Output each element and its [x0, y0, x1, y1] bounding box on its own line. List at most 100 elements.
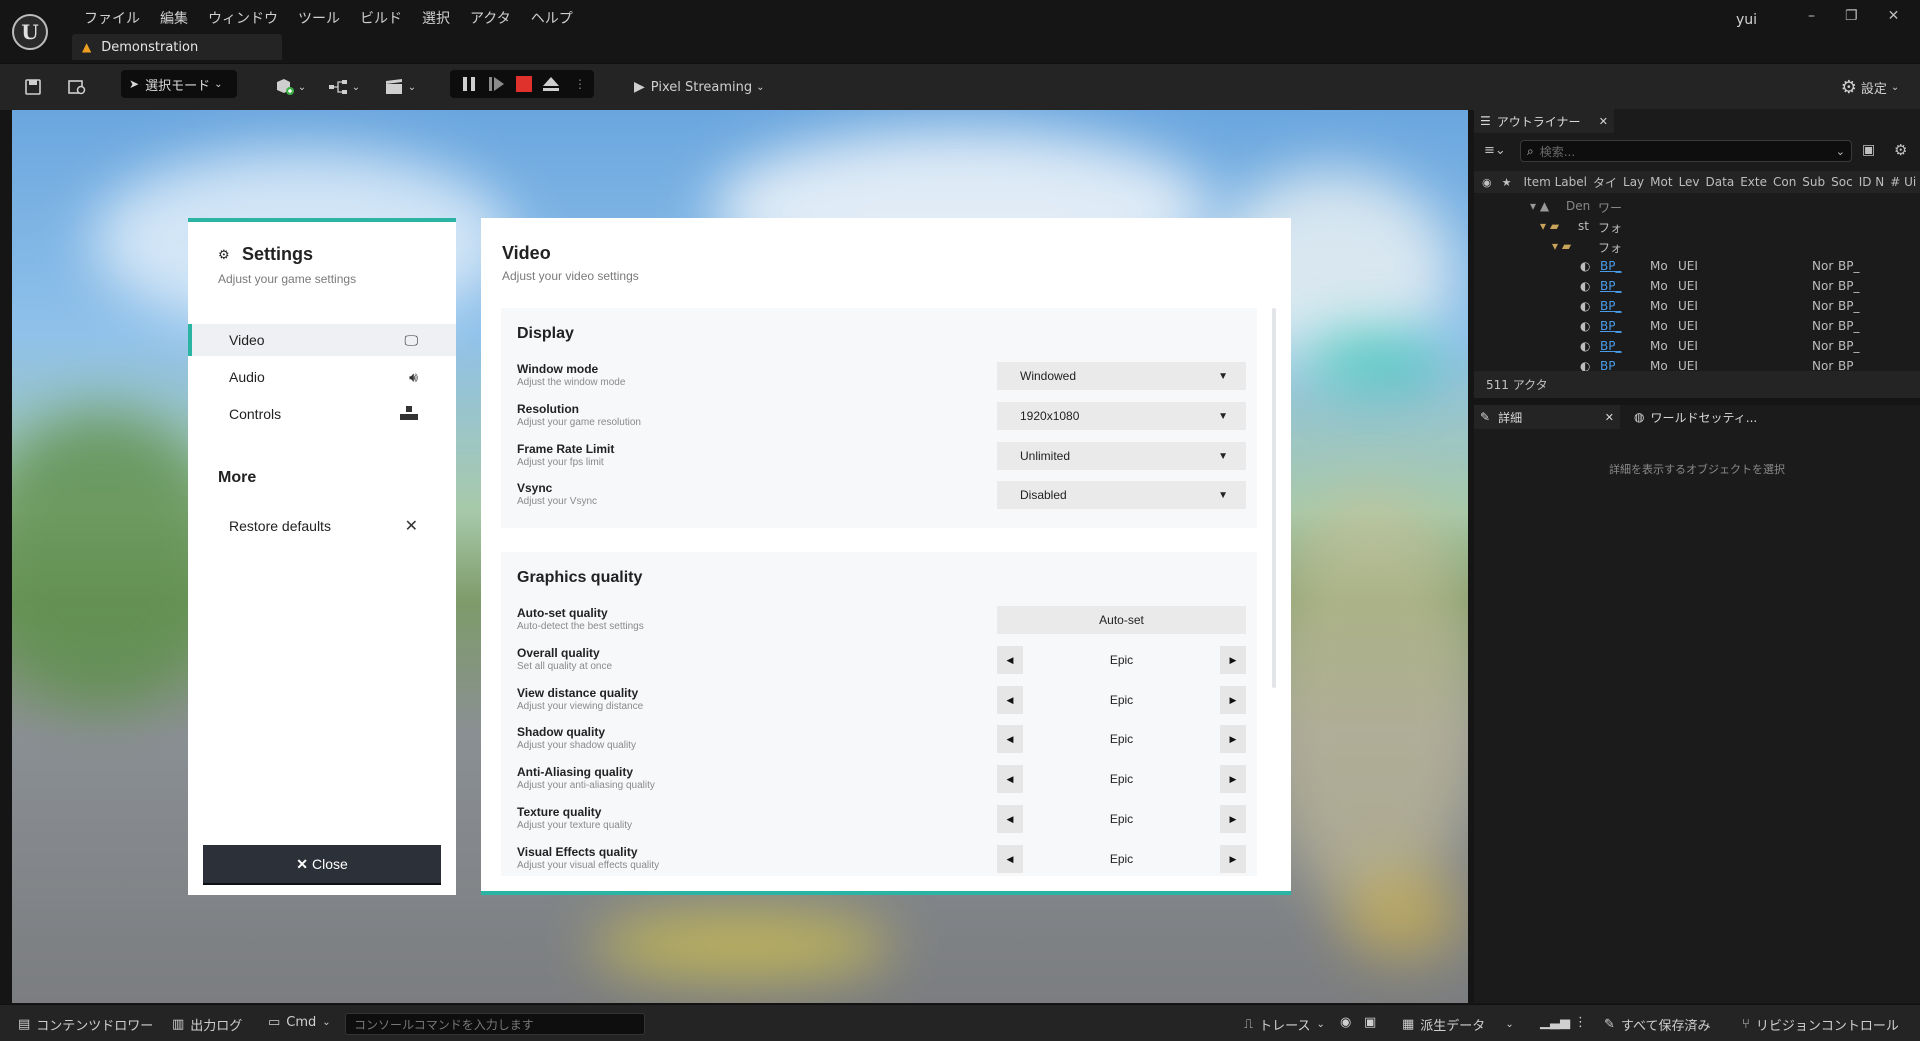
output-log-button[interactable]: ▥ 出力ログ: [172, 1015, 242, 1034]
nav-item-audio[interactable]: Audio 🔊︎: [188, 361, 456, 393]
save-all-button[interactable]: ✎ すべて保存済み: [1604, 1015, 1710, 1034]
scrollbar[interactable]: [1272, 308, 1276, 688]
table-row[interactable]: ◐ BP_ Mo UEI Nor BP_: [1474, 279, 1920, 299]
revision-control-button[interactable]: ⑂ リビジョンコントロール: [1742, 1015, 1899, 1034]
close-window-button[interactable]: ✕: [1888, 8, 1900, 24]
add-folder-icon[interactable]: ▣: [1862, 142, 1875, 158]
frame-rate-dropdown[interactable]: Unlimited ▼: [997, 442, 1246, 470]
minimize-button[interactable]: –: [1808, 8, 1815, 24]
pause-icon[interactable]: [460, 76, 478, 92]
save-icon[interactable]: [20, 73, 46, 101]
arrow-right-icon[interactable]: ▶: [1220, 686, 1246, 714]
arrow-right-icon[interactable]: ▶: [1220, 765, 1246, 793]
graphics-card: Graphics quality Auto-set quality Auto-d…: [501, 552, 1257, 876]
unreal-logo-icon[interactable]: U: [12, 14, 48, 50]
level-tab[interactable]: ▲ Demonstration: [72, 34, 282, 60]
screenshot-icon[interactable]: ▣: [1364, 1015, 1376, 1030]
restore-defaults-button[interactable]: Restore defaults ✕: [188, 510, 456, 542]
table-row[interactable]: ◐ BP_ Mo UEI Nor BP_: [1474, 259, 1920, 279]
menu-build[interactable]: ビルド: [350, 9, 412, 29]
arrow-right-icon[interactable]: ▶: [1220, 845, 1246, 873]
nav-item-controls[interactable]: Controls: [188, 398, 456, 430]
outliner-tab[interactable]: ☰ アウトライナー ✕: [1474, 109, 1614, 133]
add-actor-icon[interactable]: ⌄: [270, 73, 310, 101]
close-button[interactable]: ✕ Close: [203, 845, 441, 885]
column-header[interactable]: Soc: [1831, 175, 1853, 189]
actor-label[interactable]: BP_: [1600, 299, 1621, 313]
nav-item-video[interactable]: Video 🖵: [188, 324, 456, 356]
actor-label[interactable]: BP_: [1600, 319, 1621, 333]
arrow-left-icon[interactable]: ◀: [997, 765, 1023, 793]
column-header[interactable]: Mot: [1650, 175, 1672, 189]
menu-tools[interactable]: ツール: [288, 9, 350, 29]
step-frame-icon[interactable]: [488, 76, 506, 92]
menu-edit[interactable]: 編集: [150, 9, 198, 29]
details-tab[interactable]: ✎ 詳細 ✕: [1474, 405, 1620, 429]
table-row[interactable]: ◐ BP_ Mo UEI Nor BP_: [1474, 339, 1920, 359]
column-header[interactable]: # Ui: [1890, 175, 1916, 189]
cinematics-icon[interactable]: ⌄: [380, 73, 420, 101]
column-header[interactable]: Sub: [1802, 175, 1825, 189]
arrow-right-icon[interactable]: ▶: [1220, 805, 1246, 833]
arrow-left-icon[interactable]: ◀: [997, 646, 1023, 674]
browse-icon[interactable]: [64, 73, 90, 101]
console-input[interactable]: コンソールコマンドを入力します: [345, 1013, 645, 1035]
column-header[interactable]: Con: [1773, 175, 1796, 189]
blueprint-icon[interactable]: ⌄: [324, 73, 364, 101]
activity-icon[interactable]: ▁▃▅: [1540, 1015, 1570, 1030]
filter-icon[interactable]: ≡⌄: [1484, 143, 1506, 158]
eye-icon: ◉: [1482, 175, 1492, 189]
cmd-dropdown[interactable]: ▭ Cmd ⌄: [268, 1015, 331, 1030]
stop-icon[interactable]: [516, 76, 532, 92]
auto-set-button[interactable]: Auto-set: [997, 606, 1246, 634]
derived-data-button[interactable]: ▦ 派生データ ⌄: [1402, 1015, 1514, 1034]
actor-label[interactable]: BP_: [1600, 339, 1621, 353]
actor-label[interactable]: BP_: [1600, 259, 1621, 273]
table-row[interactable]: ◐ BP_ Mo UEI Nor BP_: [1474, 359, 1920, 371]
trace-button[interactable]: ⎍ トレース ⌄: [1244, 1015, 1325, 1034]
arrow-left-icon[interactable]: ◀: [997, 686, 1023, 714]
outliner-search[interactable]: ⌕ 検索... ⌄: [1520, 140, 1852, 162]
column-header[interactable]: Item Label: [1523, 175, 1587, 189]
column-header[interactable]: ID N: [1859, 175, 1885, 189]
menu-help[interactable]: ヘルプ: [521, 9, 583, 29]
column-header[interactable]: Exte: [1740, 175, 1767, 189]
close-icon[interactable]: ✕: [1599, 115, 1608, 128]
eject-icon[interactable]: [542, 76, 560, 92]
close-icon[interactable]: ✕: [1605, 411, 1614, 424]
world-settings-tab[interactable]: ◍ ワールドセッティ...: [1634, 405, 1784, 429]
gear-icon[interactable]: ⚙: [1894, 141, 1907, 159]
arrow-left-icon[interactable]: ◀: [997, 725, 1023, 753]
content-drawer-button[interactable]: ▤ コンテンツドロワー: [18, 1015, 153, 1034]
menu-select[interactable]: 選択: [412, 9, 460, 29]
arrow-left-icon[interactable]: ◀: [997, 805, 1023, 833]
vsync-dropdown[interactable]: Disabled ▼: [997, 481, 1246, 509]
setting-label: Texture quality: [517, 805, 602, 819]
window-mode-dropdown[interactable]: Windowed ▼: [997, 362, 1246, 390]
column-header[interactable]: タイ: [1593, 174, 1617, 191]
tree-row[interactable]: ▾ ▰ フォ: [1474, 239, 1920, 259]
more-options-icon[interactable]: ⋮: [1574, 1015, 1587, 1030]
tree-row[interactable]: ▾ ▰ st フォ: [1474, 219, 1920, 239]
settings-toolbar-button[interactable]: ⚙ 設定 ⌄: [1830, 73, 1910, 101]
actor-label[interactable]: BP_: [1600, 279, 1621, 293]
table-row[interactable]: ◐ BP_ Mo UEI Nor BP_: [1474, 299, 1920, 319]
arrow-left-icon[interactable]: ◀: [997, 845, 1023, 873]
column-header[interactable]: Lev: [1679, 175, 1700, 189]
resolution-dropdown[interactable]: 1920x1080 ▼: [997, 402, 1246, 430]
column-header[interactable]: Lay: [1623, 175, 1644, 189]
arrow-right-icon[interactable]: ▶: [1220, 646, 1246, 674]
arrow-right-icon[interactable]: ▶: [1220, 725, 1246, 753]
pixel-streaming-button[interactable]: ▶ Pixel Streaming ⌄: [634, 73, 794, 101]
selection-mode-dropdown[interactable]: ➤ 選択モード ⌄: [121, 70, 237, 98]
table-row[interactable]: ◐ BP_ Mo UEI Nor BP_: [1474, 319, 1920, 339]
menu-window[interactable]: ウィンドウ: [198, 9, 288, 29]
record-icon[interactable]: ◉: [1340, 1015, 1351, 1030]
tree-row[interactable]: ▾ ▲ Den ワー: [1474, 199, 1920, 219]
actor-label[interactable]: BP_: [1600, 359, 1621, 371]
maximize-button[interactable]: ❐: [1845, 8, 1858, 24]
more-options-icon[interactable]: ⋮: [574, 76, 586, 92]
menu-file[interactable]: ファイル: [74, 9, 150, 29]
menu-actor[interactable]: アクタ: [460, 9, 521, 29]
column-header[interactable]: Data: [1706, 175, 1735, 189]
